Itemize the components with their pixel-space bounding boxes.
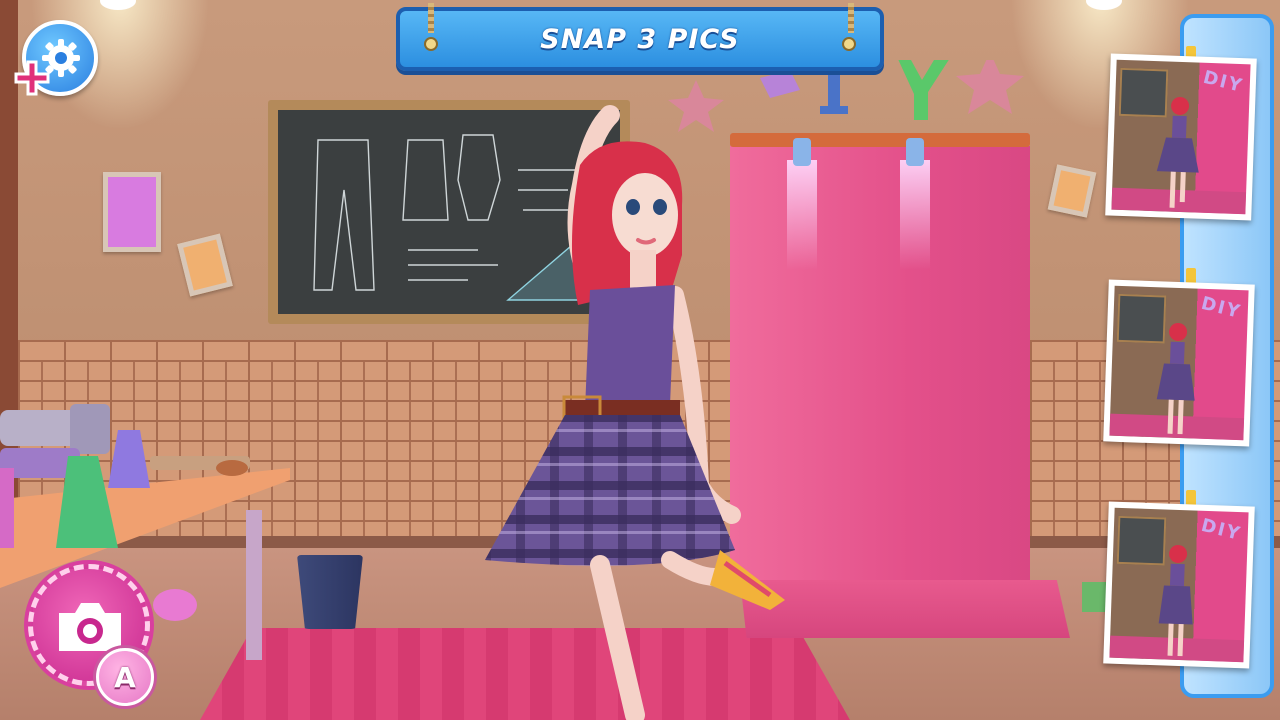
photo-diy-logo: DIY bbox=[1201, 66, 1246, 98]
hotkey-label: A bbox=[114, 660, 136, 694]
plus-icon[interactable] bbox=[14, 60, 50, 96]
camera-icon bbox=[59, 603, 121, 651]
character-model[interactable] bbox=[470, 95, 790, 720]
banner-screw bbox=[842, 37, 856, 51]
spotlight bbox=[906, 138, 924, 166]
objective-text: SNAP 3 PICS bbox=[540, 23, 740, 55]
spotlight-beam bbox=[900, 160, 930, 270]
spotlight-beam bbox=[787, 160, 817, 270]
pincushion bbox=[153, 589, 197, 621]
photo-diy-logo: DIY bbox=[1199, 514, 1244, 546]
photo-character bbox=[1158, 544, 1193, 657]
banner-rope bbox=[848, 3, 854, 33]
wall-picture bbox=[103, 172, 161, 252]
sewing-supplies bbox=[0, 404, 250, 548]
camera-hotkey-badge: A bbox=[96, 648, 154, 706]
objective-banner: SNAP 3 PICS bbox=[396, 3, 884, 71]
banner-screw bbox=[424, 37, 438, 51]
spotlight bbox=[793, 138, 811, 166]
banner-rope bbox=[428, 3, 434, 33]
snapshot-2[interactable]: DIY bbox=[1103, 279, 1255, 447]
snapshot-1[interactable]: DIY bbox=[1105, 53, 1257, 221]
photo-diy-logo: DIY bbox=[1199, 292, 1244, 324]
photo-character bbox=[1156, 96, 1199, 208]
snapshot-3[interactable]: DIY bbox=[1103, 501, 1255, 669]
waste-bin bbox=[297, 555, 363, 629]
photo-character bbox=[1156, 322, 1195, 435]
